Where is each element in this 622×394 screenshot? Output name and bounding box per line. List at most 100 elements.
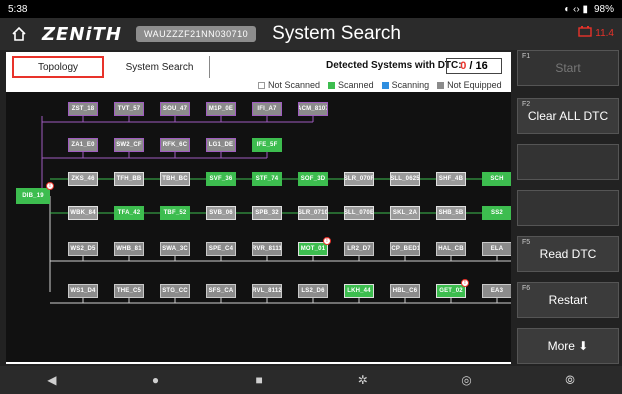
node-tfh-bb[interactable]: TFH_BB bbox=[114, 172, 144, 186]
node-sll-070e[interactable]: SLL_070E bbox=[344, 206, 374, 220]
node-za1-e0[interactable]: ZA1_E0 bbox=[68, 138, 98, 152]
node-tbh-bc[interactable]: TBH_BC bbox=[160, 172, 190, 186]
node-spb-32[interactable]: SPB_32 bbox=[252, 206, 282, 220]
legend-swatch bbox=[437, 82, 445, 90]
node-hal-cb[interactable]: HAL_CB bbox=[436, 242, 466, 256]
camera-icon[interactable]: ⦾ bbox=[550, 368, 590, 392]
node-ls2-d6[interactable]: LS2_D6 bbox=[298, 284, 328, 298]
legend-label: Not Equipped bbox=[447, 80, 502, 90]
legend-item: Not Scanned bbox=[258, 80, 320, 90]
vin-badge: WAUZZZF21NN030710 bbox=[135, 26, 257, 42]
function-key-label: F1 bbox=[522, 53, 531, 60]
node-tvt-57[interactable]: TVT_57 bbox=[114, 102, 144, 116]
node-lg1-de[interactable]: LG1_DE bbox=[206, 138, 236, 152]
back-icon[interactable]: ◀ bbox=[32, 368, 72, 392]
tab-system-search[interactable]: System Search bbox=[110, 56, 210, 78]
node-stf-74[interactable]: STF_74 bbox=[252, 172, 282, 186]
node-ss2[interactable]: SS2 bbox=[482, 206, 511, 220]
node-rfk-6c[interactable]: RFK_6C bbox=[160, 138, 190, 152]
button-label: Clear ALL DTC bbox=[527, 109, 609, 123]
function-key-label: F5 bbox=[522, 239, 531, 246]
android-nav-bar: ◀ ● ■ ✲ ◎ ⦾ bbox=[0, 366, 622, 394]
brand-logo: ZENiTH bbox=[42, 23, 122, 45]
node-swa-3c[interactable]: SWA_3C bbox=[160, 242, 190, 256]
home-nav-icon[interactable]: ● bbox=[135, 368, 175, 392]
legend-swatch bbox=[328, 82, 336, 90]
status-time: 5:38 bbox=[8, 3, 28, 15]
status-legend: Not Scanned Scanned Scanning Not Equipped bbox=[258, 80, 502, 90]
node-rvl-8112[interactable]: RVL_8112 bbox=[252, 284, 282, 298]
node-stg-cc[interactable]: STG_CC bbox=[160, 284, 190, 298]
empty-function-button bbox=[517, 144, 619, 180]
tab-topology[interactable]: Topology bbox=[12, 56, 104, 78]
node-slr-070f[interactable]: SLR_070F bbox=[344, 172, 374, 186]
node-m1p-0e[interactable]: M1P_0E bbox=[206, 102, 236, 116]
node-skl-2a[interactable]: SKL_2A bbox=[390, 206, 420, 220]
node-sou-47[interactable]: SOU_47 bbox=[160, 102, 190, 116]
more-button[interactable]: More ⬇ bbox=[517, 328, 619, 364]
node-sw2-cf[interactable]: SW2_CF bbox=[114, 138, 144, 152]
read-dtc-button[interactable]: F5 Read DTC bbox=[517, 236, 619, 272]
node-hbl-c6[interactable]: HBL_C6 bbox=[390, 284, 420, 298]
node-acm-8107[interactable]: ACM_8107 bbox=[298, 102, 328, 116]
node-whb-81[interactable]: WHB_81 bbox=[114, 242, 144, 256]
app-window: 5:38 ◐ ‹› ▮ 98% ZENiTH WAUZZZF21NN030710… bbox=[0, 0, 622, 394]
node-shb-5b[interactable]: SHB_5B bbox=[436, 206, 466, 220]
start-button: F1 Start bbox=[517, 50, 619, 86]
node-icp-bed1[interactable]: ICP_BED1 bbox=[390, 242, 420, 256]
legend-swatch bbox=[258, 82, 265, 90]
node-ws2-d5[interactable]: WS2_D5 bbox=[68, 242, 98, 256]
legend-label: Scanning bbox=[391, 80, 430, 90]
node-zst-18[interactable]: ZST_18 bbox=[68, 102, 98, 116]
node-ea3[interactable]: EA3 bbox=[482, 284, 511, 298]
dtc-badge-icon: ! bbox=[461, 279, 469, 287]
bus-lines bbox=[41, 116, 511, 304]
status-bar: 5:38 ◐ ‹› ▮ 98% bbox=[0, 0, 622, 18]
legend-item: Scanned bbox=[328, 80, 374, 90]
node-the-c5[interactable]: THE_C5 bbox=[114, 284, 144, 298]
node-wbk-84[interactable]: WBK_84 bbox=[68, 206, 98, 220]
node-spe-c4[interactable]: SPE_C4 bbox=[206, 242, 236, 256]
node-tfa-42[interactable]: TFA_42 bbox=[114, 206, 144, 220]
dtc-badge-icon: ! bbox=[323, 237, 331, 245]
node-sch[interactable]: SCH bbox=[482, 172, 511, 186]
topology-panel: Topology System Search Detected Systems … bbox=[6, 52, 511, 364]
function-key-label: F6 bbox=[522, 285, 531, 292]
dtc-badge-icon: ! bbox=[46, 182, 54, 190]
recents-icon[interactable]: ■ bbox=[239, 368, 279, 392]
settings-icon[interactable]: ✲ bbox=[343, 368, 383, 392]
clear-all-dtc-button[interactable]: F2 Clear ALL DTC bbox=[517, 98, 619, 134]
node-ela[interactable]: ELA bbox=[482, 242, 511, 256]
home-icon[interactable] bbox=[8, 23, 30, 45]
node-gateway[interactable]: DIB_19 bbox=[16, 188, 50, 204]
node-ws1-d4[interactable]: WS1_D4 bbox=[68, 284, 98, 298]
vehicle-battery-icon bbox=[578, 26, 592, 40]
legend-swatch bbox=[381, 82, 389, 90]
dtc-total: 16 bbox=[475, 60, 488, 72]
node-svf-36[interactable]: SVF_36 bbox=[206, 172, 236, 186]
dtc-counter: 0 / 16 bbox=[446, 58, 502, 74]
node-lkh-44[interactable]: LKH_44 bbox=[344, 284, 374, 298]
node-svb-06[interactable]: SVB_06 bbox=[206, 206, 236, 220]
node-sfs-ca[interactable]: SFS_CA bbox=[206, 284, 236, 298]
tab-bar: Topology System Search Detected Systems … bbox=[6, 52, 511, 78]
browser-icon[interactable]: ◎ bbox=[446, 368, 486, 392]
node-lr2-d7[interactable]: LR2_D7 bbox=[344, 242, 374, 256]
node-zks-46[interactable]: ZKS_46 bbox=[68, 172, 98, 186]
restart-button[interactable]: F6 Restart bbox=[517, 282, 619, 318]
node-sof-3d[interactable]: SOF_3D bbox=[298, 172, 328, 186]
node-ifi-a7[interactable]: IFI_A7 bbox=[252, 102, 282, 116]
node-ife-5f[interactable]: IFE_5F bbox=[252, 138, 282, 152]
node-tbf-52[interactable]: TBF_52 bbox=[160, 206, 190, 220]
button-label: Read DTC bbox=[539, 247, 597, 261]
node-slr-0710[interactable]: SLR_0710 bbox=[298, 206, 328, 220]
dtc-count: 0 bbox=[460, 60, 467, 72]
battery-level: 98% bbox=[593, 3, 614, 15]
node-sll-0625[interactable]: SLL_0625 bbox=[390, 172, 420, 186]
page-title: System Search bbox=[272, 23, 401, 44]
dtc-label: Detected Systems with DTC: bbox=[326, 60, 462, 71]
status-icons: ◐ ‹› ▮ bbox=[564, 3, 588, 15]
node-rvr-8111[interactable]: RVR_8111 bbox=[252, 242, 282, 256]
vehicle-battery: 11.4 bbox=[578, 26, 614, 40]
node-shf-4b[interactable]: SHF_4B bbox=[436, 172, 466, 186]
